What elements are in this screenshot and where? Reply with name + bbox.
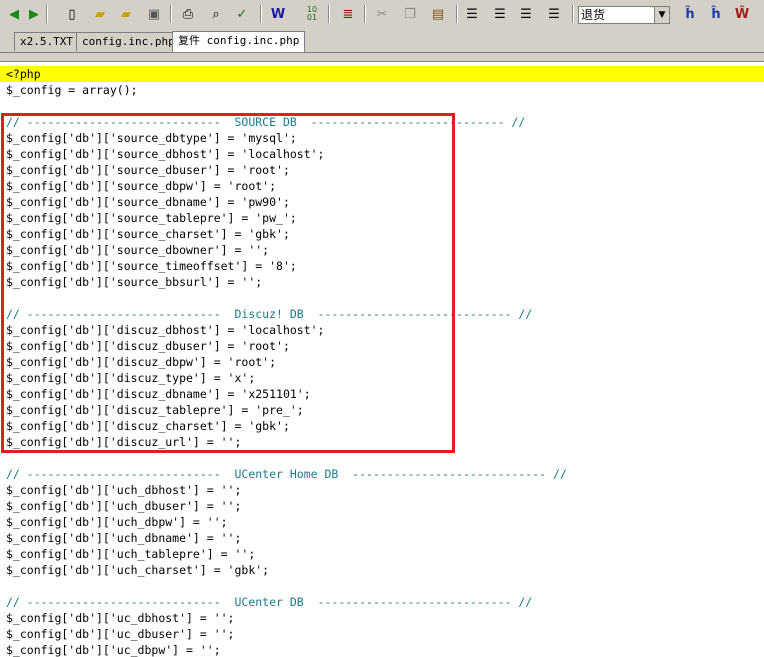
tab-copy-config-inc-php[interactable]: 复件 config.inc.php: [172, 31, 306, 52]
code-line: $_config['db']['source_dbname'] = 'pw90'…: [6, 195, 290, 209]
code-line: $_config['db']['uc_dbpw'] = '';: [6, 643, 221, 657]
code-line: $_config['db']['discuz_url'] = '';: [6, 435, 242, 449]
code-line: $_config['db']['discuz_charset'] = 'gbk'…: [6, 419, 290, 433]
code-line: $_config['db']['source_timeoffset'] = '8…: [6, 259, 297, 273]
code-line: $_config['db']['uch_dbuser'] = '';: [6, 499, 242, 513]
find-in-files-icon[interactable]: ĥ: [706, 4, 726, 24]
code-line: $_config['db']['discuz_tablepre'] = 'pre…: [6, 403, 304, 417]
code-line: $_config['db']['source_tablepre'] = 'pw_…: [6, 211, 297, 225]
save-icon[interactable]: ▣: [144, 4, 164, 24]
code-line: $_config['db']['discuz_dbhost'] = 'local…: [6, 323, 325, 337]
code-line: $_config = array();: [6, 83, 138, 97]
open-file-icon[interactable]: ▰: [90, 4, 110, 24]
chevron-down-icon[interactable]: ▼: [654, 7, 669, 23]
code-line: $_config['db']['source_dbhost'] = 'local…: [6, 147, 325, 161]
back-icon[interactable]: ◀: [4, 4, 24, 24]
toolbar: ◀ ▶ ▯ ▰ ▰ ▣ ⎙ ⌕ ✓ W 10 01 ≣ ✂ ❐ ▤ ☰ ☰ ☰ ☰…: [0, 0, 764, 31]
tab-x25-txt[interactable]: x2.5.TXT: [14, 32, 79, 51]
replace-icon[interactable]: Ŵ: [732, 4, 752, 24]
code-line: // ---------------------------- SOURCE D…: [6, 115, 526, 129]
paste-icon[interactable]: ▤: [428, 4, 448, 24]
code-line: $_config['db']['uc_dbuser'] = '';: [6, 627, 235, 641]
spell-check-icon[interactable]: ✓: [232, 4, 252, 24]
code-line: $_config['db']['uch_charset'] = 'gbk';: [6, 563, 270, 577]
code-line: $_config['db']['uch_dbname'] = '';: [6, 531, 242, 545]
ruler-icon[interactable]: ≣: [338, 4, 358, 24]
tab-bar: x2.5.TXT config.inc.php 复件 config.inc.ph…: [0, 30, 764, 53]
justify-icon[interactable]: ☰: [544, 4, 564, 24]
code-line: // ---------------------------- UCenter …: [6, 595, 533, 609]
code-line: $_config['db']['source_charset'] = 'gbk'…: [6, 227, 290, 241]
print-preview-icon[interactable]: ⌕: [206, 4, 226, 24]
cut-icon[interactable]: ✂: [372, 4, 392, 24]
code-line: $_config['db']['uch_dbpw'] = '';: [6, 515, 228, 529]
code-line: $_config['db']['source_bbsurl'] = '';: [6, 275, 263, 289]
code-line: $_config['db']['discuz_dbname'] = 'x2511…: [6, 387, 311, 401]
align-left-icon[interactable]: ☰: [462, 4, 482, 24]
ruler: [0, 53, 764, 62]
code-line: <?php: [0, 66, 764, 82]
code-line: $_config['db']['source_dbpw'] = 'root';: [6, 179, 277, 193]
format-dropdown-value: 退货: [581, 8, 606, 22]
copy-icon[interactable]: ❐: [400, 4, 420, 24]
word-wrap-icon[interactable]: W: [268, 4, 288, 24]
find-icon[interactable]: ĥ: [680, 4, 700, 24]
code-line: $_config['db']['source_dbowner'] = '';: [6, 243, 270, 257]
code-line: $_config['db']['uch_dbhost'] = '';: [6, 483, 242, 497]
open-folder-icon[interactable]: ▰: [116, 4, 136, 24]
forward-icon[interactable]: ▶: [24, 4, 44, 24]
hex-icon[interactable]: 10 01: [302, 4, 322, 24]
align-right-icon[interactable]: ☰: [516, 4, 536, 24]
code-line: // ---------------------------- UCenter …: [6, 467, 567, 481]
code-line: $_config['db']['uc_dbhost'] = '';: [6, 611, 235, 625]
tab-config-inc-php[interactable]: config.inc.php: [76, 32, 181, 51]
format-dropdown[interactable]: 退货 ▼: [578, 6, 670, 24]
code-line: $_config['db']['source_dbtype'] = 'mysql…: [6, 131, 297, 145]
code-editor[interactable]: <?php $_config = array(); // -------------…: [0, 62, 764, 657]
code-line: $_config['db']['discuz_dbpw'] = 'root';: [6, 355, 277, 369]
code-line: $_config['db']['source_dbuser'] = 'root'…: [6, 163, 290, 177]
align-center-icon[interactable]: ☰: [490, 4, 510, 24]
print-icon[interactable]: ⎙: [178, 4, 198, 24]
code-line: $_config['db']['discuz_dbuser'] = 'root'…: [6, 339, 290, 353]
code-line: // ---------------------------- Discuz! …: [6, 307, 533, 321]
code-line: $_config['db']['discuz_type'] = 'x';: [6, 371, 256, 385]
code-line: $_config['db']['uch_tablepre'] = '';: [6, 547, 256, 561]
new-file-icon[interactable]: ▯: [62, 4, 82, 24]
